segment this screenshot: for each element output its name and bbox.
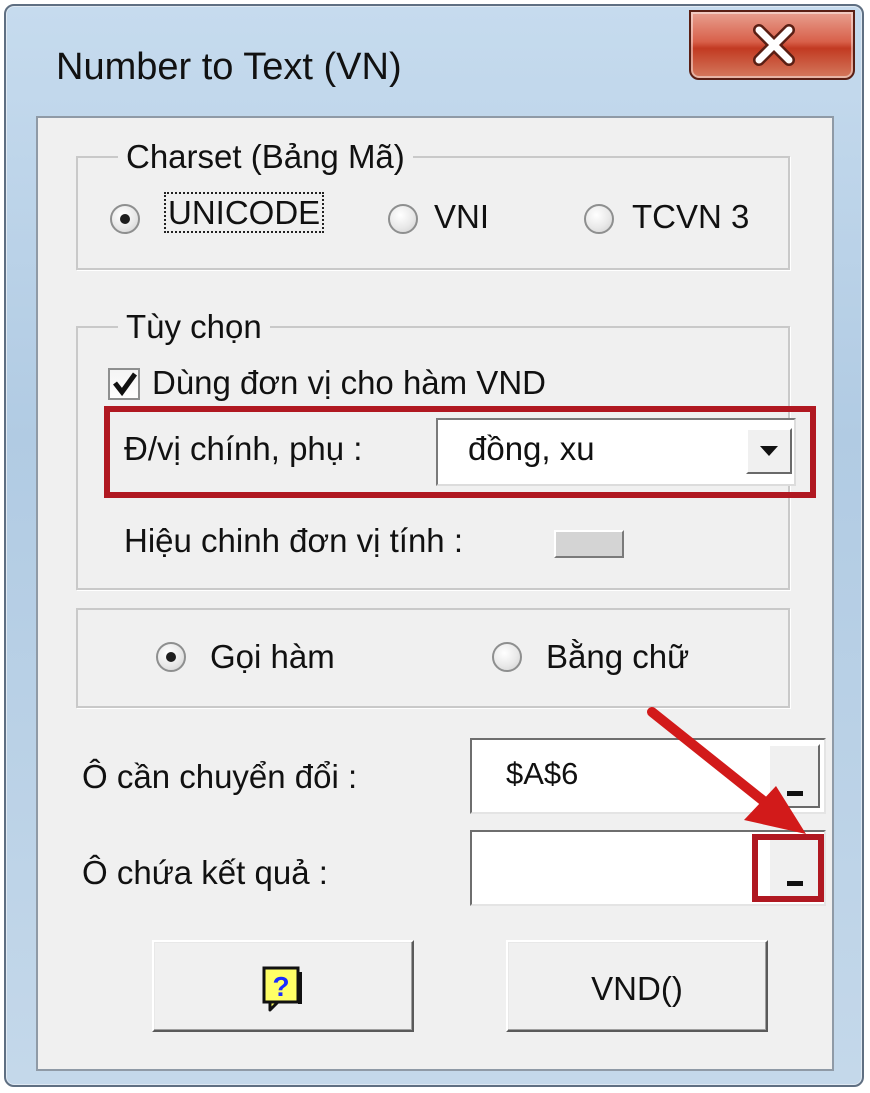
close-icon: [753, 24, 795, 66]
dialog-client-area: Charset (Bảng Mã) UNICODE VNI TCVN 3 Tùy…: [36, 116, 834, 1071]
checkmark-icon: [113, 372, 138, 397]
close-button[interactable]: [689, 10, 855, 80]
chevron-down-icon: [760, 446, 778, 456]
dialog-window: Number to Text (VN) Charset (Bảng Mã) UN…: [4, 4, 864, 1087]
help-button[interactable]: ?: [152, 940, 414, 1032]
minus-icon: [787, 791, 803, 796]
radio-tcvn3-label[interactable]: TCVN 3: [632, 198, 749, 236]
result-pick-highlight-box: [752, 834, 824, 902]
adjust-unit-label: Hiệu chinh đơn vị tính :: [124, 522, 463, 559]
source-cell-value: $A$6: [506, 756, 579, 791]
title-bar[interactable]: Number to Text (VN): [6, 6, 862, 116]
use-unit-checkbox[interactable]: [108, 368, 140, 400]
radio-vni[interactable]: [388, 204, 418, 234]
radio-call-function[interactable]: [156, 642, 186, 672]
unit-dropdown-button[interactable]: [746, 428, 792, 474]
source-cell-input[interactable]: $A$6: [470, 738, 826, 814]
use-unit-label[interactable]: Dùng đơn vị cho hàm VND: [152, 364, 546, 402]
window-title: Number to Text (VN): [56, 46, 402, 88]
svg-text:?: ?: [272, 971, 289, 1002]
unit-dropdown-value: đồng, xu: [468, 430, 595, 467]
unit-dropdown[interactable]: đồng, xu: [436, 418, 796, 486]
radio-unicode-label[interactable]: UNICODE: [164, 192, 325, 233]
source-cell-label: Ô cần chuyển đổi :: [82, 758, 358, 795]
charset-legend: Charset (Bảng Mã): [126, 138, 405, 175]
result-cell-label: Ô chứa kết quả :: [82, 854, 328, 891]
adjust-unit-button[interactable]: [554, 530, 624, 558]
options-legend: Tùy chọn: [126, 308, 262, 345]
radio-unicode[interactable]: [110, 204, 140, 234]
radio-call-function-label[interactable]: Gọi hàm: [210, 638, 335, 676]
help-question-icon: ?: [262, 966, 302, 1012]
radio-in-words-label[interactable]: Bằng chữ: [546, 638, 689, 676]
radio-in-words[interactable]: [492, 642, 522, 672]
vnd-button-label: VND(): [591, 970, 683, 1007]
source-cell-pick-button[interactable]: [768, 744, 820, 808]
unit-label: Đ/vị chính, phụ :: [124, 430, 363, 467]
vnd-button[interactable]: VND(): [506, 940, 768, 1032]
radio-tcvn3[interactable]: [584, 204, 614, 234]
radio-vni-label[interactable]: VNI: [434, 198, 489, 236]
